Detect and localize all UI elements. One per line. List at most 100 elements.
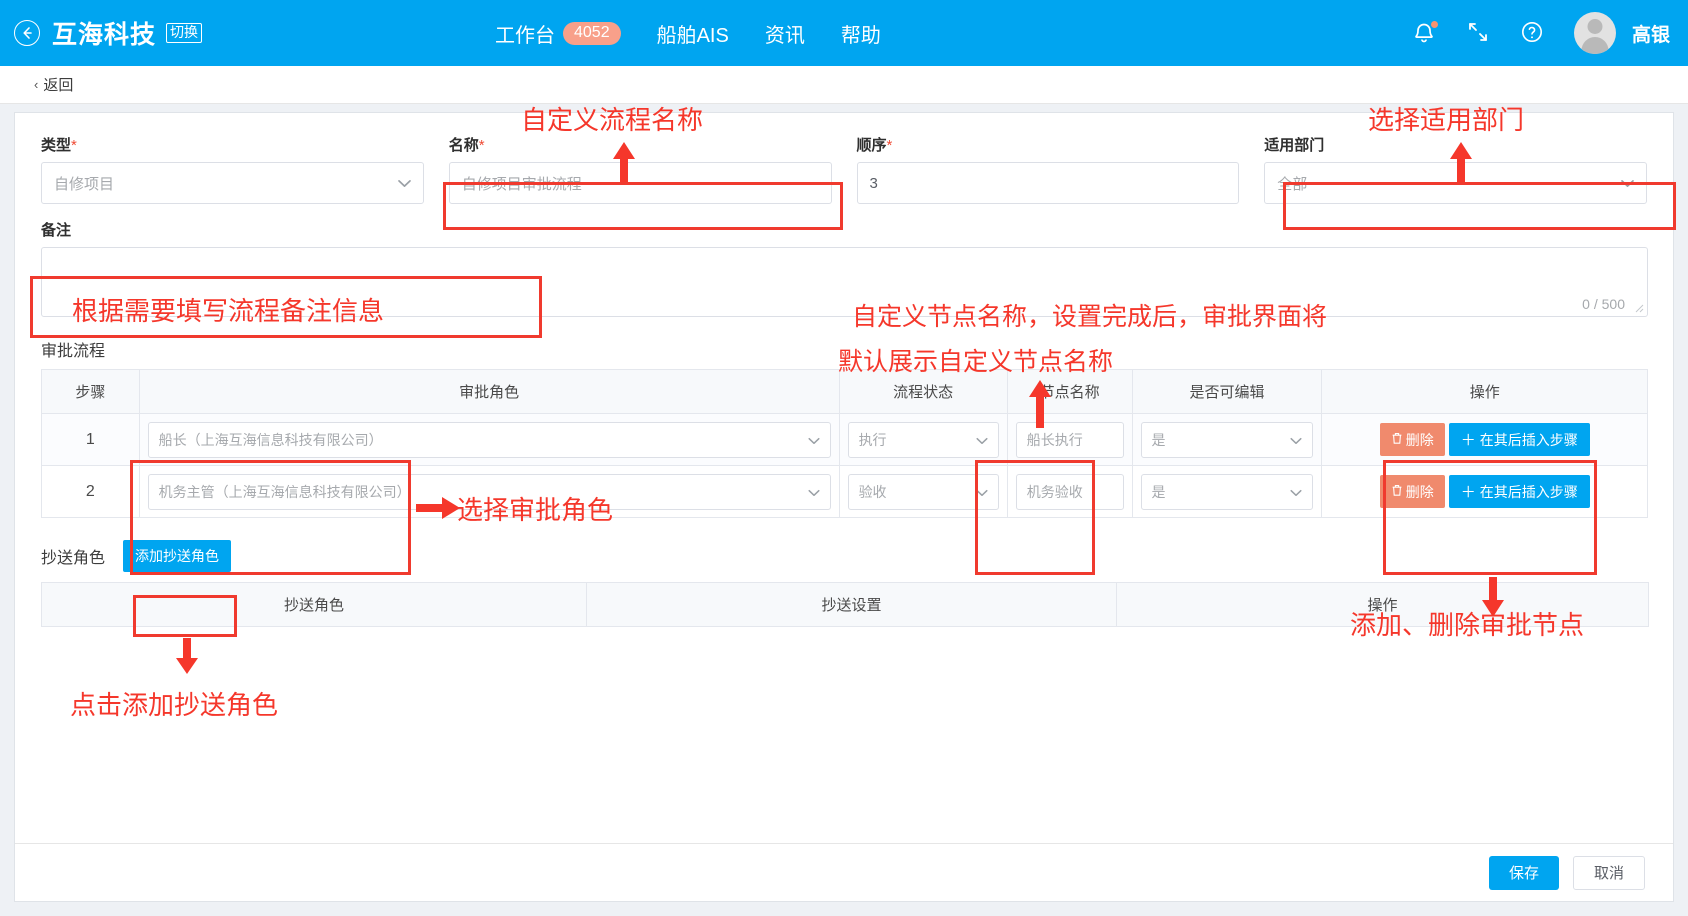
cell-status: 验收 bbox=[838, 465, 1008, 518]
label-department: 适用部门 bbox=[1264, 137, 1647, 155]
trash-icon bbox=[1391, 484, 1403, 500]
chevron-down-icon bbox=[1290, 433, 1302, 446]
nav-label-ais: 船舶AIS bbox=[656, 24, 729, 47]
role-select-value: 船长（上海互海信息科技有限公司） bbox=[158, 431, 383, 448]
resize-handle-icon[interactable] bbox=[1633, 302, 1645, 314]
cc-label: 抄送角色 bbox=[41, 550, 106, 567]
cell-action: 删除 ＋ 在其后插入步骤 bbox=[1321, 413, 1648, 466]
trash-icon bbox=[1391, 432, 1403, 448]
delete-step-button[interactable]: 删除 bbox=[1379, 475, 1445, 508]
delete-step-label: 删除 bbox=[1405, 431, 1434, 448]
bell-icon[interactable] bbox=[1412, 20, 1439, 46]
chevron-down-icon bbox=[397, 177, 411, 190]
label-type-required: * bbox=[71, 137, 77, 154]
editable-select-value: 是 bbox=[1151, 483, 1166, 500]
type-select[interactable]: 自修项目 bbox=[41, 162, 424, 204]
form-row: 类型* 自修项目 名称* 自修项目审批流程 顺序* 3 适用部门 全部 bbox=[41, 137, 1647, 204]
department-select[interactable]: 全部 bbox=[1264, 162, 1647, 204]
nav-item-ais[interactable]: 船舶AIS bbox=[657, 19, 729, 48]
switch-button[interactable]: 切换 bbox=[166, 23, 203, 43]
content-card: 类型* 自修项目 名称* 自修项目审批流程 顺序* 3 适用部门 全部 备注 0… bbox=[14, 112, 1674, 902]
insert-step-button[interactable]: ＋ 在其后插入步骤 bbox=[1448, 423, 1590, 456]
nav-item-help[interactable]: 帮助 bbox=[841, 19, 881, 48]
delete-step-button[interactable]: 删除 bbox=[1379, 423, 1445, 456]
name-input[interactable]: 自修项目审批流程 bbox=[448, 162, 832, 204]
cell-node: 船长执行 bbox=[1006, 413, 1133, 466]
cell-node: 机务验收 bbox=[1006, 465, 1133, 518]
main-nav: 工作台 4052 船舶AIS 资讯 帮助 bbox=[495, 0, 881, 66]
nav-label-help: 帮助 bbox=[840, 24, 881, 47]
cell-editable: 是 bbox=[1131, 465, 1323, 518]
add-cc-role-button[interactable]: 添加抄送角色 bbox=[123, 540, 232, 572]
cell-role: 船长（上海互海信息科技有限公司） bbox=[138, 413, 840, 466]
user-name[interactable]: 高银 bbox=[1632, 20, 1670, 47]
approval-flow-table: 步骤 审批角色 流程状态 节点名称 是否可编辑 操作 1 船长（上海互海信息科技… bbox=[41, 369, 1648, 518]
field-department: 适用部门 全部 bbox=[1264, 137, 1647, 204]
flow-section-title: 审批流程 bbox=[41, 343, 106, 360]
role-select[interactable]: 机务主管（上海互海信息科技有限公司） bbox=[147, 473, 831, 510]
label-order: 顺序* bbox=[857, 137, 1240, 155]
node-name-value: 船长执行 bbox=[1026, 431, 1083, 448]
label-order-text: 顺序 bbox=[856, 137, 887, 154]
insert-step-label: 在其后插入步骤 bbox=[1479, 483, 1578, 500]
brand-area: 互海科技 切换 bbox=[0, 15, 203, 51]
top-right-actions: 高银 bbox=[1412, 0, 1670, 66]
chevron-down-icon bbox=[976, 433, 988, 446]
cc-col-header-role: 抄送角色 bbox=[41, 582, 587, 627]
order-input-value: 3 bbox=[869, 174, 878, 192]
nav-item-news[interactable]: 资讯 bbox=[765, 19, 805, 48]
label-order-required: * bbox=[886, 137, 893, 154]
table-row: 1 船长（上海互海信息科技有限公司） 执行 船长执行 是 删除 ＋ 在其后插入步… bbox=[41, 413, 1648, 466]
save-button[interactable]: 保存 bbox=[1488, 855, 1559, 890]
label-type-text: 类型 bbox=[41, 137, 72, 154]
chevron-down-icon bbox=[1290, 485, 1302, 498]
col-header-action: 操作 bbox=[1321, 369, 1648, 414]
cell-status: 执行 bbox=[838, 413, 1008, 466]
editable-select[interactable]: 是 bbox=[1140, 421, 1314, 458]
cell-step: 2 bbox=[41, 465, 140, 518]
field-name: 名称* 自修项目审批流程 bbox=[448, 137, 832, 204]
status-select[interactable]: 执行 bbox=[847, 421, 999, 458]
col-header-status: 流程状态 bbox=[838, 369, 1008, 414]
status-select-value: 执行 bbox=[858, 431, 887, 448]
workbench-badge: 4052 bbox=[563, 21, 621, 45]
type-select-value: 自修项目 bbox=[54, 175, 115, 193]
nav-label-news: 资讯 bbox=[764, 24, 805, 47]
avatar[interactable] bbox=[1573, 12, 1616, 54]
node-name-input[interactable]: 机务验收 bbox=[1015, 473, 1124, 510]
back-label: 返回 bbox=[43, 77, 74, 94]
note-textarea[interactable]: 0 / 500 bbox=[41, 247, 1648, 317]
chevron-down-icon bbox=[976, 485, 988, 498]
back-link[interactable]: ‹ 返回 bbox=[0, 66, 1688, 104]
role-select[interactable]: 船长（上海互海信息科技有限公司） bbox=[147, 421, 831, 458]
cc-header-row: 抄送角色 抄送设置 操作 bbox=[41, 582, 1649, 627]
node-name-value: 机务验收 bbox=[1026, 483, 1083, 500]
notification-dot bbox=[1429, 20, 1439, 29]
label-name: 名称* bbox=[449, 137, 832, 155]
col-header-role: 审批角色 bbox=[138, 369, 840, 414]
table-row: 2 机务主管（上海互海信息科技有限公司） 验收 机务验收 是 删除 ＋ 在其后插… bbox=[41, 465, 1648, 518]
node-name-input[interactable]: 船长执行 bbox=[1015, 421, 1124, 458]
cell-role: 机务主管（上海互海信息科技有限公司） bbox=[138, 465, 840, 518]
plus-icon: ＋ bbox=[1460, 484, 1476, 501]
col-header-node: 节点名称 bbox=[1006, 369, 1133, 414]
department-select-value: 全部 bbox=[1277, 175, 1308, 193]
back-arrow-icon[interactable] bbox=[14, 20, 40, 46]
chevron-down-icon bbox=[1621, 177, 1634, 190]
note-counter: 0 / 500 bbox=[1582, 296, 1625, 312]
field-order: 顺序* 3 bbox=[856, 137, 1240, 204]
delete-step-label: 删除 bbox=[1405, 483, 1434, 500]
status-select-value: 验收 bbox=[858, 483, 887, 500]
flow-header-row: 步骤 审批角色 流程状态 节点名称 是否可编辑 操作 bbox=[41, 369, 1648, 414]
nav-item-workbench[interactable]: 工作台 4052 bbox=[495, 19, 621, 48]
order-input[interactable]: 3 bbox=[856, 162, 1240, 204]
col-header-editable: 是否可编辑 bbox=[1131, 369, 1323, 414]
cancel-button[interactable]: 取消 bbox=[1572, 855, 1645, 890]
help-icon[interactable] bbox=[1520, 20, 1546, 46]
fullscreen-icon[interactable] bbox=[1466, 20, 1492, 46]
step-number: 1 bbox=[85, 430, 95, 448]
row-actions: 删除 ＋ 在其后插入步骤 bbox=[1330, 475, 1639, 508]
editable-select[interactable]: 是 bbox=[1140, 473, 1314, 510]
insert-step-button[interactable]: ＋ 在其后插入步骤 bbox=[1448, 475, 1590, 508]
status-select[interactable]: 验收 bbox=[847, 473, 999, 510]
